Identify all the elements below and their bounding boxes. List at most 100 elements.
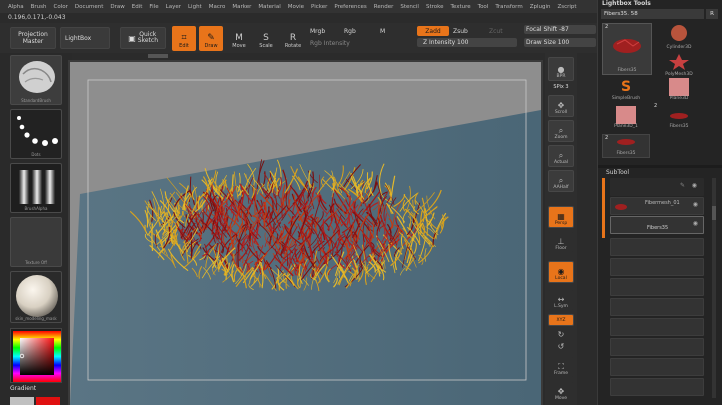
menu-alpha[interactable]: Alpha bbox=[8, 4, 24, 10]
local-icon: ◉ bbox=[557, 267, 565, 276]
zadd-button[interactable]: Zadd bbox=[417, 26, 449, 36]
menu-draw[interactable]: Draw bbox=[110, 4, 124, 10]
rotate-button[interactable]: R Rotate bbox=[281, 26, 305, 51]
menu-stencil[interactable]: Stencil bbox=[400, 4, 419, 10]
menu-stroke[interactable]: Stroke bbox=[426, 4, 444, 10]
menu-zscript[interactable]: Zscript bbox=[557, 4, 576, 10]
subtool-row-empty[interactable] bbox=[610, 338, 704, 356]
stroke-selector[interactable]: Dots bbox=[10, 109, 62, 159]
menu-edit[interactable]: Edit bbox=[132, 4, 143, 10]
texture-selector[interactable]: Texture Off bbox=[10, 217, 62, 267]
lsym-button[interactable]: ↔ L.Sym bbox=[548, 289, 574, 311]
canvas-viewport[interactable] bbox=[70, 62, 541, 405]
visibility-eye-icon[interactable]: ◉ bbox=[693, 201, 698, 208]
menu-layer[interactable]: Layer bbox=[166, 4, 181, 10]
tool-tile-polymesh3d[interactable]: PolyMesh3D bbox=[660, 52, 698, 78]
reset-button[interactable]: R bbox=[706, 9, 718, 19]
subtool-row-empty[interactable] bbox=[610, 358, 704, 376]
move-button[interactable]: M Move bbox=[227, 26, 251, 51]
rgb-toggle[interactable]: Rgb bbox=[344, 28, 356, 35]
menu-tool[interactable]: Tool bbox=[478, 4, 489, 10]
material-selector[interactable]: skin_modeling_mask bbox=[10, 271, 62, 323]
actual-button[interactable]: ⌕ Actual bbox=[548, 145, 574, 167]
canvas-scroll-handle[interactable] bbox=[148, 54, 168, 58]
tool-tile-plane3d-1[interactable]: Plane3D_1 bbox=[608, 106, 644, 134]
mrgb-toggle[interactable]: Mrgb bbox=[310, 28, 325, 35]
projection-master-button[interactable]: Projection Master bbox=[10, 27, 56, 49]
spix-slider[interactable]: SPix 3 bbox=[548, 84, 574, 90]
menu-brush[interactable]: Brush bbox=[31, 4, 47, 10]
menu-light[interactable]: Light bbox=[188, 4, 202, 10]
tool-tile-fibers35-b[interactable]: Fibers35 bbox=[662, 110, 696, 132]
zsub-button[interactable]: Zsub bbox=[453, 28, 468, 35]
menu-texture[interactable]: Texture bbox=[451, 4, 471, 10]
subtool-row-empty[interactable] bbox=[610, 258, 704, 276]
subtool-scrollbar[interactable] bbox=[712, 178, 716, 398]
tool-tile-cylinder3d[interactable]: Cylinder3D bbox=[660, 23, 698, 51]
subtool-row-empty[interactable] bbox=[610, 378, 704, 396]
menu-file[interactable]: File bbox=[149, 4, 158, 10]
secondary-color-swatch[interactable] bbox=[10, 397, 34, 405]
move-view-button[interactable]: ✥ Move bbox=[548, 381, 574, 403]
scale-button[interactable]: S Scale bbox=[254, 26, 278, 51]
menu-transform[interactable]: Transform bbox=[495, 4, 522, 10]
rgb-intensity-slider[interactable]: Rgb Intensity bbox=[310, 40, 350, 47]
menu-zplugin[interactable]: Zplugin bbox=[530, 4, 551, 10]
color-picker[interactable] bbox=[10, 328, 62, 383]
scroll-button[interactable]: ✥ Scroll bbox=[548, 95, 574, 117]
menu-preferences[interactable]: Preferences bbox=[334, 4, 366, 10]
local-button[interactable]: ◉ Local bbox=[548, 261, 574, 283]
tool-tile-plane3d[interactable]: Plane3D bbox=[664, 78, 694, 106]
focal-shift-slider[interactable]: Focal Shift -87 bbox=[524, 25, 596, 34]
zcut-button[interactable]: Zcut bbox=[489, 28, 503, 35]
subtool-row-empty[interactable] bbox=[610, 278, 704, 296]
subtool-scroll-indicator[interactable] bbox=[602, 178, 605, 238]
draw-size-label: Draw Size 100 bbox=[526, 39, 570, 46]
brush-icon[interactable]: ✎ bbox=[680, 182, 685, 189]
scroll-label: Scroll bbox=[554, 110, 568, 115]
frame-button[interactable]: ⛶ Frame bbox=[548, 356, 574, 378]
draw-button[interactable]: ✎ Draw bbox=[199, 26, 223, 51]
current-tool-slider[interactable]: Fibers35. 58 bbox=[601, 9, 704, 19]
menu-movie[interactable]: Movie bbox=[288, 4, 304, 10]
menu-document[interactable]: Document bbox=[75, 4, 104, 10]
menu-marker[interactable]: Marker bbox=[232, 4, 251, 10]
edit-button[interactable]: ⌗ Edit bbox=[172, 26, 196, 51]
m-toggle[interactable]: M bbox=[380, 28, 385, 35]
gradient-label[interactable]: Gradient bbox=[10, 385, 36, 392]
subtool-row-fibers35[interactable]: Fibers35 ◉ bbox=[610, 216, 704, 234]
lightbox-button[interactable]: LightBox bbox=[60, 27, 110, 49]
menu-color[interactable]: Color bbox=[54, 4, 68, 10]
persp-button[interactable]: ▦ Persp bbox=[548, 206, 574, 228]
subtool-title[interactable]: SubTool bbox=[606, 169, 629, 176]
subtool-scrollbar-thumb[interactable] bbox=[712, 206, 716, 220]
visibility-eye-icon[interactable]: ◉ bbox=[693, 220, 698, 227]
menu-macro[interactable]: Macro bbox=[209, 4, 226, 10]
rotate-icon: R bbox=[289, 33, 297, 43]
eye-icon[interactable]: ◉ bbox=[692, 182, 697, 189]
xyz-button[interactable]: XYZ bbox=[548, 314, 574, 326]
menu-picker[interactable]: Picker bbox=[311, 4, 327, 10]
subtool-row-fibermesh[interactable]: Fibermesh_01 ◉ bbox=[610, 197, 704, 215]
tool-tile-simplebrush[interactable]: S SimpleBrush bbox=[608, 78, 644, 106]
alpha-selector[interactable]: BrushAlpha bbox=[10, 163, 62, 213]
tool-tile-fibers35-c[interactable]: 2 Fibers35 bbox=[602, 134, 650, 158]
right-shelf: ● BPR SPix 3 ✥ Scroll ⌕ Zoom ⌕ Actual ⌕ … bbox=[545, 53, 577, 405]
menu-material[interactable]: Material bbox=[258, 4, 280, 10]
menu-render[interactable]: Render bbox=[374, 4, 394, 10]
tool-tile-fibers35[interactable]: 2 Fibers35 bbox=[602, 23, 652, 75]
quick-sketch-button[interactable]: ▣ Quick Sketch bbox=[120, 27, 166, 49]
floor-button[interactable]: ⊥ Floor bbox=[548, 231, 574, 253]
zoom-button[interactable]: ⌕ Zoom bbox=[548, 120, 574, 142]
z-intensity-slider[interactable]: Z Intensity 100 bbox=[417, 38, 517, 47]
aahalf-button[interactable]: ⌕ AAHalf bbox=[548, 170, 574, 192]
subtool-row-empty[interactable] bbox=[610, 298, 704, 316]
subtool-row-empty[interactable] bbox=[610, 318, 704, 336]
draw-size-slider[interactable]: Draw Size 100 bbox=[524, 38, 596, 47]
plane-icon bbox=[616, 106, 636, 124]
subtool-row-empty[interactable] bbox=[610, 238, 704, 256]
main-color-swatch[interactable] bbox=[36, 397, 60, 405]
rotate-axis-icons[interactable]: ↻ ↺ bbox=[548, 329, 574, 355]
bpr-button[interactable]: ● BPR bbox=[548, 57, 574, 81]
brush-selector[interactable]: StandardBrush bbox=[10, 55, 62, 105]
